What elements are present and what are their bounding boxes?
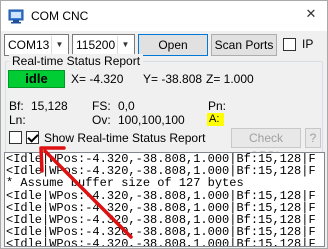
app-icon [8, 9, 24, 24]
a-label: A: [207, 113, 224, 126]
help-button[interactable]: ? [305, 128, 321, 148]
status-group-title: Real-time Status Report [9, 54, 144, 68]
ip-label: IP [302, 37, 314, 51]
chevron-down-icon[interactable]: ▼ [51, 36, 67, 54]
log-line: * Assume buffer size of 127 bytes [6, 176, 244, 191]
y-position: Y= -38.808 [143, 72, 203, 86]
check-grbl-button[interactable]: Check GRBL [231, 128, 301, 163]
bf-label: Bf: [9, 99, 24, 113]
checkbox-unchecked[interactable] [9, 131, 22, 144]
x-position: X= -4.320 [71, 72, 124, 86]
z-position: Z= 1.000 [206, 72, 254, 86]
port-value: COM13 [8, 38, 50, 52]
open-button[interactable]: Open [138, 34, 208, 56]
show-report-checkbox[interactable] [26, 131, 39, 144]
bf-value: 15,128 [31, 99, 68, 113]
baud-value: 115200 [76, 38, 116, 52]
serial-log[interactable]: <Idle|WPos:-4.320,-38.808,1.000|Bf:15,12… [4, 152, 325, 247]
log-line: <Idle|WPos:-4.320,-38.808,1.000|Bf:15,12… [6, 237, 316, 247]
ov-value: 100,100,100 [118, 113, 185, 127]
fs-label: FS: [92, 99, 111, 113]
ov-label: Ov: [92, 113, 111, 127]
app-window: COM CNC ✕ COM13 ▼ 115200 ▼ Open Scan Por… [0, 0, 328, 249]
log-line: <Idle|WPos:-4.320,-38.808,1.000|Bf:15,12… [6, 188, 316, 203]
chevron-down-icon[interactable]: ▼ [117, 36, 133, 54]
scan-ports-button[interactable]: Scan Ports [211, 34, 277, 56]
port-select[interactable]: COM13 ▼ [4, 34, 69, 56]
ip-checkbox[interactable] [283, 38, 296, 51]
state-badge: idle [8, 70, 65, 88]
fs-value: 0,0 [118, 99, 135, 113]
window-title: COM CNC [31, 9, 89, 23]
pn-label: Pn: [208, 99, 227, 113]
title-bar[interactable]: COM CNC ✕ [1, 1, 327, 31]
show-report-label: Show Real-time Status Report [44, 131, 206, 145]
baud-select[interactable]: 115200 ▼ [72, 34, 135, 56]
close-icon[interactable]: ✕ [301, 5, 321, 23]
ln-label: Ln: [9, 113, 26, 127]
